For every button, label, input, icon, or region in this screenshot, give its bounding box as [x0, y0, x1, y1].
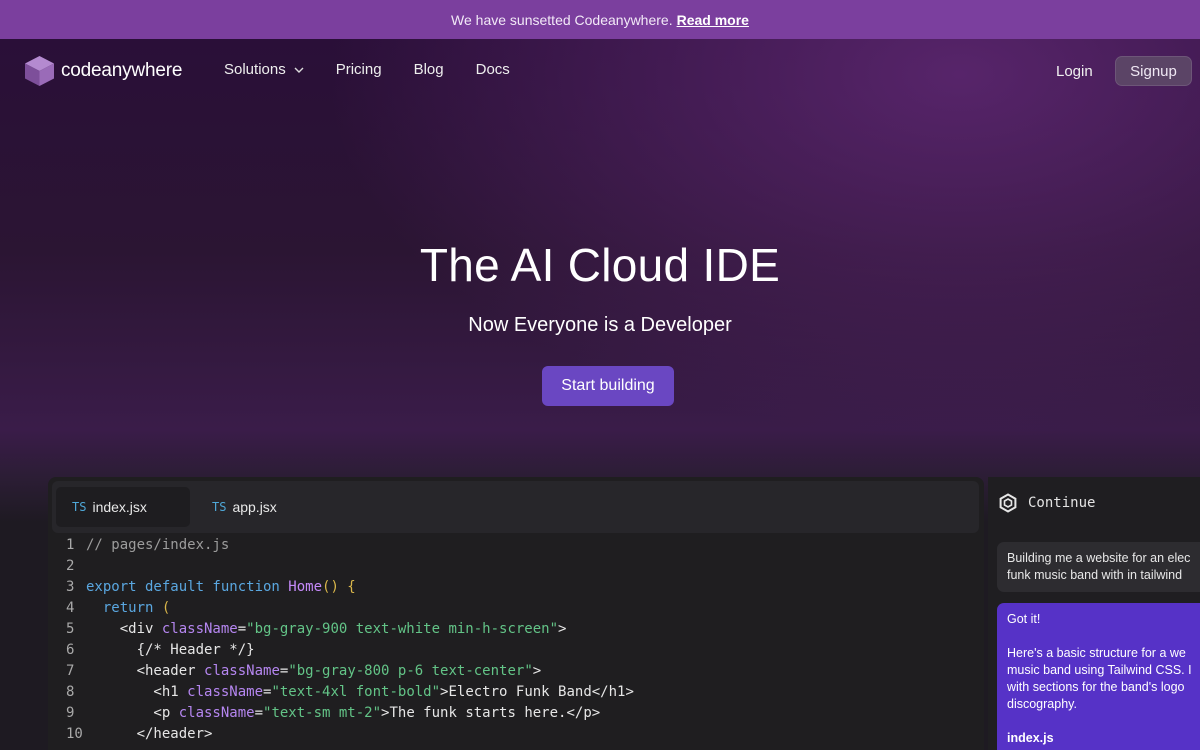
code-token: = — [254, 705, 264, 721]
code-token: "text-sm mt-2" — [263, 705, 382, 721]
typescript-icon: TS — [72, 500, 87, 514]
line-number: 2 — [66, 558, 75, 574]
brand-name: codeanywhere — [61, 60, 183, 81]
continue-logo-icon — [999, 493, 1017, 513]
code-line: 6 {/* Header */} — [48, 640, 984, 661]
code-line: 3 export default function Home() { — [48, 577, 984, 598]
code-token: <p — [86, 705, 179, 721]
line-content: <header className="bg-gray-800 p-6 text-… — [86, 661, 542, 682]
line-number: 9 — [66, 705, 75, 721]
code-token: className — [161, 621, 238, 637]
line-number: 3 — [66, 579, 75, 595]
code-token: "bg-gray-900 text-white min-h-screen" — [246, 621, 559, 637]
line-content: // pages/index.js — [86, 535, 229, 556]
nav-docs[interactable]: Docs — [476, 61, 510, 78]
code-line: 5 <div className="bg-gray-900 text-white… — [48, 619, 984, 640]
line-number: 8 — [66, 684, 75, 700]
nav-links: Solutions Pricing Blog Docs — [224, 61, 542, 78]
assistant-message: Got it! Here's a basic structure for a w… — [997, 603, 1200, 750]
reply-line: discography. — [1007, 697, 1077, 711]
assistant-reply-intro: Got it! — [1007, 612, 1041, 626]
code-token: >The funk starts here.</p> — [381, 705, 601, 721]
chevron-down-icon — [294, 67, 304, 73]
tab-label: app.jsx — [232, 499, 277, 515]
code-token: className — [204, 663, 280, 679]
code-token: "bg-gray-800 p-6 text-center" — [288, 663, 533, 679]
code-token: <div — [86, 621, 162, 637]
assistant-reply-filename: index.js — [1007, 731, 1054, 745]
tab-app-jsx[interactable]: TS app.jsx — [196, 487, 316, 527]
brand-logo[interactable]: codeanywhere — [24, 55, 182, 87]
code-token: <header — [86, 663, 205, 679]
code-line: 9 <p className="text-sm mt-2">The funk s… — [48, 703, 984, 724]
code-token: return — [86, 600, 162, 616]
code-token: className — [178, 705, 255, 721]
announcement-banner: We have sunsetted Codeanywhere. Read mor… — [0, 0, 1200, 39]
line-number: 7 — [66, 663, 75, 679]
editor-tab-bar: TS index.jsx TS app.jsx — [52, 481, 979, 533]
code-token: </header> — [86, 726, 213, 742]
code-line: 10 </header> — [48, 724, 984, 745]
user-message: Building me a website for an elec funk m… — [997, 542, 1200, 592]
line-content: export default function Home() { — [86, 577, 356, 598]
code-area[interactable]: 1 // pages/index.js 2 3 export default funct… — [48, 535, 984, 745]
code-token: > — [558, 621, 567, 637]
assistant-header: Continue — [998, 493, 1095, 513]
line-content: <div className="bg-gray-900 text-white m… — [86, 619, 567, 640]
code-line: 7 <header className="bg-gray-800 p-6 tex… — [48, 661, 984, 682]
banner-text: We have sunsetted Codeanywhere. — [451, 11, 673, 28]
hero-title: The AI Cloud IDE — [419, 239, 781, 291]
code-token: () { — [322, 579, 356, 595]
hero-subtitle: Now Everyone is a Developer — [468, 314, 732, 336]
code-line: 4 return ( — [48, 598, 984, 619]
code-token: export default function — [86, 579, 289, 595]
tab-index-jsx[interactable]: TS index.jsx — [56, 487, 190, 527]
user-message-line: funk music band with in tailwind — [1007, 568, 1183, 582]
signup-button[interactable]: Signup — [1115, 56, 1192, 86]
code-editor: TS index.jsx TS app.jsx 1 // pages/index.… — [48, 477, 984, 750]
line-content: {/* Header */} — [86, 640, 255, 661]
start-building-button[interactable]: Start building — [542, 366, 674, 406]
assistant-reply-body: Here's a basic structure for a we music … — [1007, 645, 1197, 713]
line-number: 4 — [66, 600, 75, 616]
reply-line: with sections for the band's logo — [1007, 680, 1185, 694]
code-token: <h1 — [86, 684, 188, 700]
tab-label: index.jsx — [92, 499, 147, 515]
code-line: 8 <h1 className="text-4xl font-bold">Ele… — [48, 682, 984, 703]
line-number: 5 — [66, 621, 75, 637]
reply-line: music band using Tailwind CSS. I — [1007, 663, 1192, 677]
line-number: 10 — [66, 726, 83, 742]
code-token: >Electro Funk Band</h1> — [440, 684, 634, 700]
top-nav: codeanywhere Solutions Pricing Blog Docs… — [0, 39, 1200, 103]
assistant-title: Continue — [1028, 495, 1096, 511]
user-message-line: Building me a website for an elec — [1007, 551, 1191, 565]
code-token: {/* Header */} — [86, 642, 255, 658]
login-link[interactable]: Login — [1056, 63, 1093, 80]
typescript-icon: TS — [212, 500, 227, 514]
line-number: 1 — [66, 537, 75, 553]
code-token: ( — [161, 600, 171, 616]
line-content: return ( — [86, 598, 170, 619]
code-token: // pages/index.js — [86, 537, 230, 553]
code-token: "text-4xl font-bold" — [271, 684, 441, 700]
line-number: 6 — [66, 642, 75, 658]
code-token: className — [187, 684, 264, 700]
nav-solutions-label: Solutions — [224, 61, 286, 78]
line-content: <p className="text-sm mt-2">The funk sta… — [86, 703, 600, 724]
nav-pricing[interactable]: Pricing — [336, 61, 382, 78]
banner-read-more-link[interactable]: Read more — [677, 12, 749, 28]
code-token: > — [532, 663, 542, 679]
nav-solutions[interactable]: Solutions — [224, 61, 304, 78]
line-content: </header> — [86, 724, 213, 745]
reply-line: Here's a basic structure for a we — [1007, 646, 1186, 660]
code-line: 1 // pages/index.js — [48, 535, 984, 556]
code-token: Home — [288, 579, 323, 595]
code-line: 2 — [48, 556, 984, 577]
line-content: <h1 className="text-4xl font-bold">Elect… — [86, 682, 634, 703]
ai-assistant-panel: Continue Building me a website for an el… — [988, 477, 1200, 750]
nav-blog[interactable]: Blog — [414, 61, 444, 78]
cube-logo-icon — [25, 56, 54, 86]
code-token: = — [237, 621, 247, 637]
